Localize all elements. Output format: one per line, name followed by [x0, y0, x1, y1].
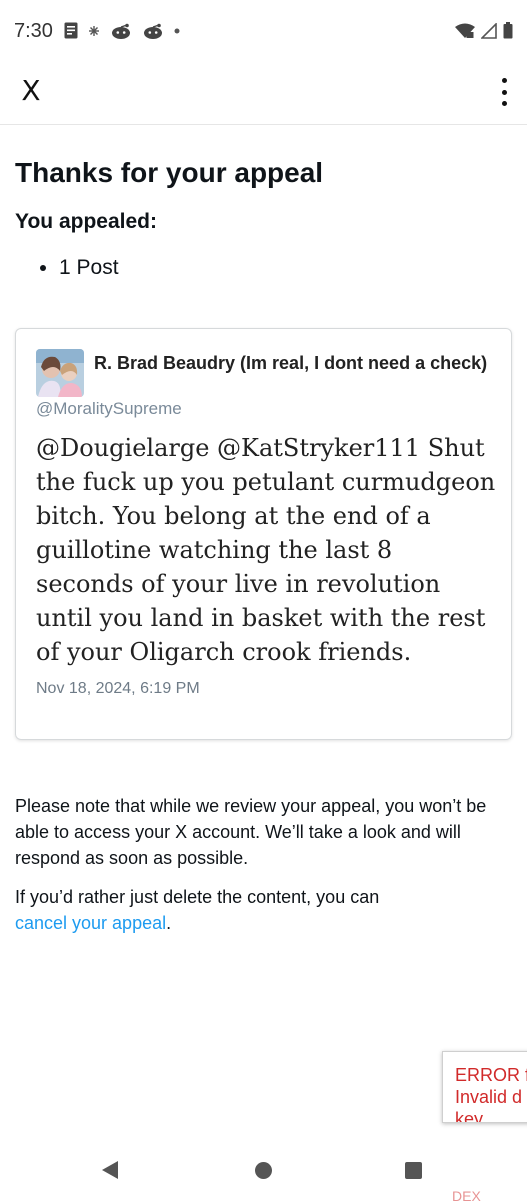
- post-card: R. Brad Beaudry (Im real, I dont need a …: [15, 328, 512, 740]
- reddit-icon: [144, 23, 162, 39]
- error-toast: ERROR f Invalid d key: [442, 1051, 527, 1123]
- page-title: Thanks for your appeal: [15, 157, 324, 188]
- avatar: [36, 349, 84, 397]
- reddit-icon: [112, 23, 130, 39]
- back-icon[interactable]: [102, 1161, 118, 1179]
- error-line: ERROR f: [455, 1065, 527, 1085]
- recents-icon[interactable]: [405, 1162, 422, 1179]
- dot-icon: [174, 28, 180, 33]
- home-icon[interactable]: [255, 1162, 272, 1179]
- notice-paragraph: Please note that while we review your ap…: [15, 796, 487, 868]
- notification-icons: [64, 22, 180, 39]
- cancel-appeal-link[interactable]: cancel your appeal: [15, 913, 166, 933]
- appealed-item: 1 Post: [59, 256, 512, 280]
- cancel-prefix: If you’d rather just delete the content,…: [15, 887, 380, 907]
- appealed-list: 1 Post: [15, 256, 512, 280]
- post-author-name: R. Brad Beaudry (Im real, I dont need a …: [94, 353, 488, 373]
- doc-icon: [64, 22, 78, 39]
- status-right-icons: [455, 22, 513, 39]
- signal-icon: [481, 22, 497, 39]
- main-content: Thanks for your appeal You appealed: 1 P…: [15, 124, 512, 280]
- status-bar: 7:30: [0, 0, 527, 64]
- post-timestamp: Nov 18, 2024, 6:19 PM: [36, 680, 200, 697]
- snowflake-icon: [89, 25, 99, 36]
- wifi-icon: [455, 23, 475, 38]
- post-author-handle: @MoralitySupreme: [36, 399, 182, 418]
- error-line: Invalid d: [455, 1087, 523, 1107]
- more-vertical-icon[interactable]: [499, 78, 509, 106]
- appeal-notice: Please note that while we review your ap…: [15, 793, 505, 949]
- appealed-label: You appealed:: [15, 210, 157, 233]
- battery-icon: [503, 22, 513, 39]
- cancel-paragraph: If you’d rather just delete the content,…: [15, 884, 505, 936]
- system-nav-bar: [0, 1140, 527, 1200]
- post-text: @Dougielarge @KatStryker111 Shut the fuc…: [36, 434, 496, 666]
- app-header: X: [0, 64, 527, 125]
- status-time: 7:30: [14, 20, 53, 42]
- close-button[interactable]: X: [14, 74, 48, 108]
- cancel-suffix: .: [166, 913, 172, 933]
- error-line: key: [455, 1109, 484, 1123]
